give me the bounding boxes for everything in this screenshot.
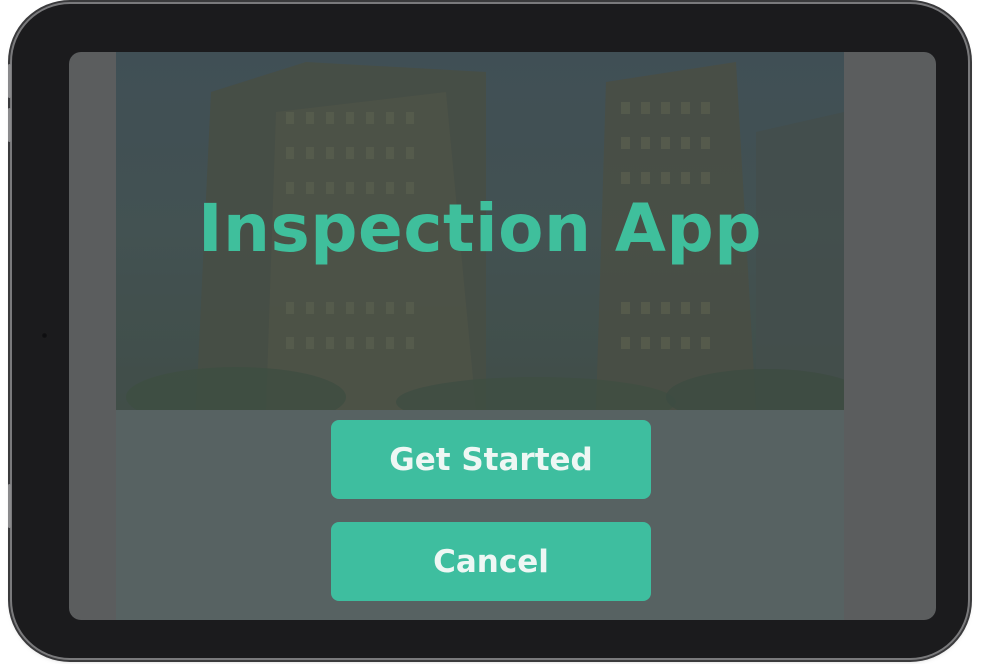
cancel-button[interactable]: Cancel [331, 522, 651, 601]
power-button [8, 484, 11, 528]
hero-image: Inspection App [116, 52, 844, 410]
tablet-frame: Inspection App Get Started Cancel [8, 4, 968, 658]
volume-down-button [8, 108, 11, 142]
get-started-button[interactable]: Get Started [331, 420, 651, 499]
app-title: Inspection App [197, 190, 762, 267]
front-camera [41, 332, 48, 339]
tablet-screen: Inspection App Get Started Cancel [69, 52, 936, 620]
volume-up-button [8, 64, 11, 98]
app-content: Inspection App Get Started Cancel [116, 52, 844, 620]
